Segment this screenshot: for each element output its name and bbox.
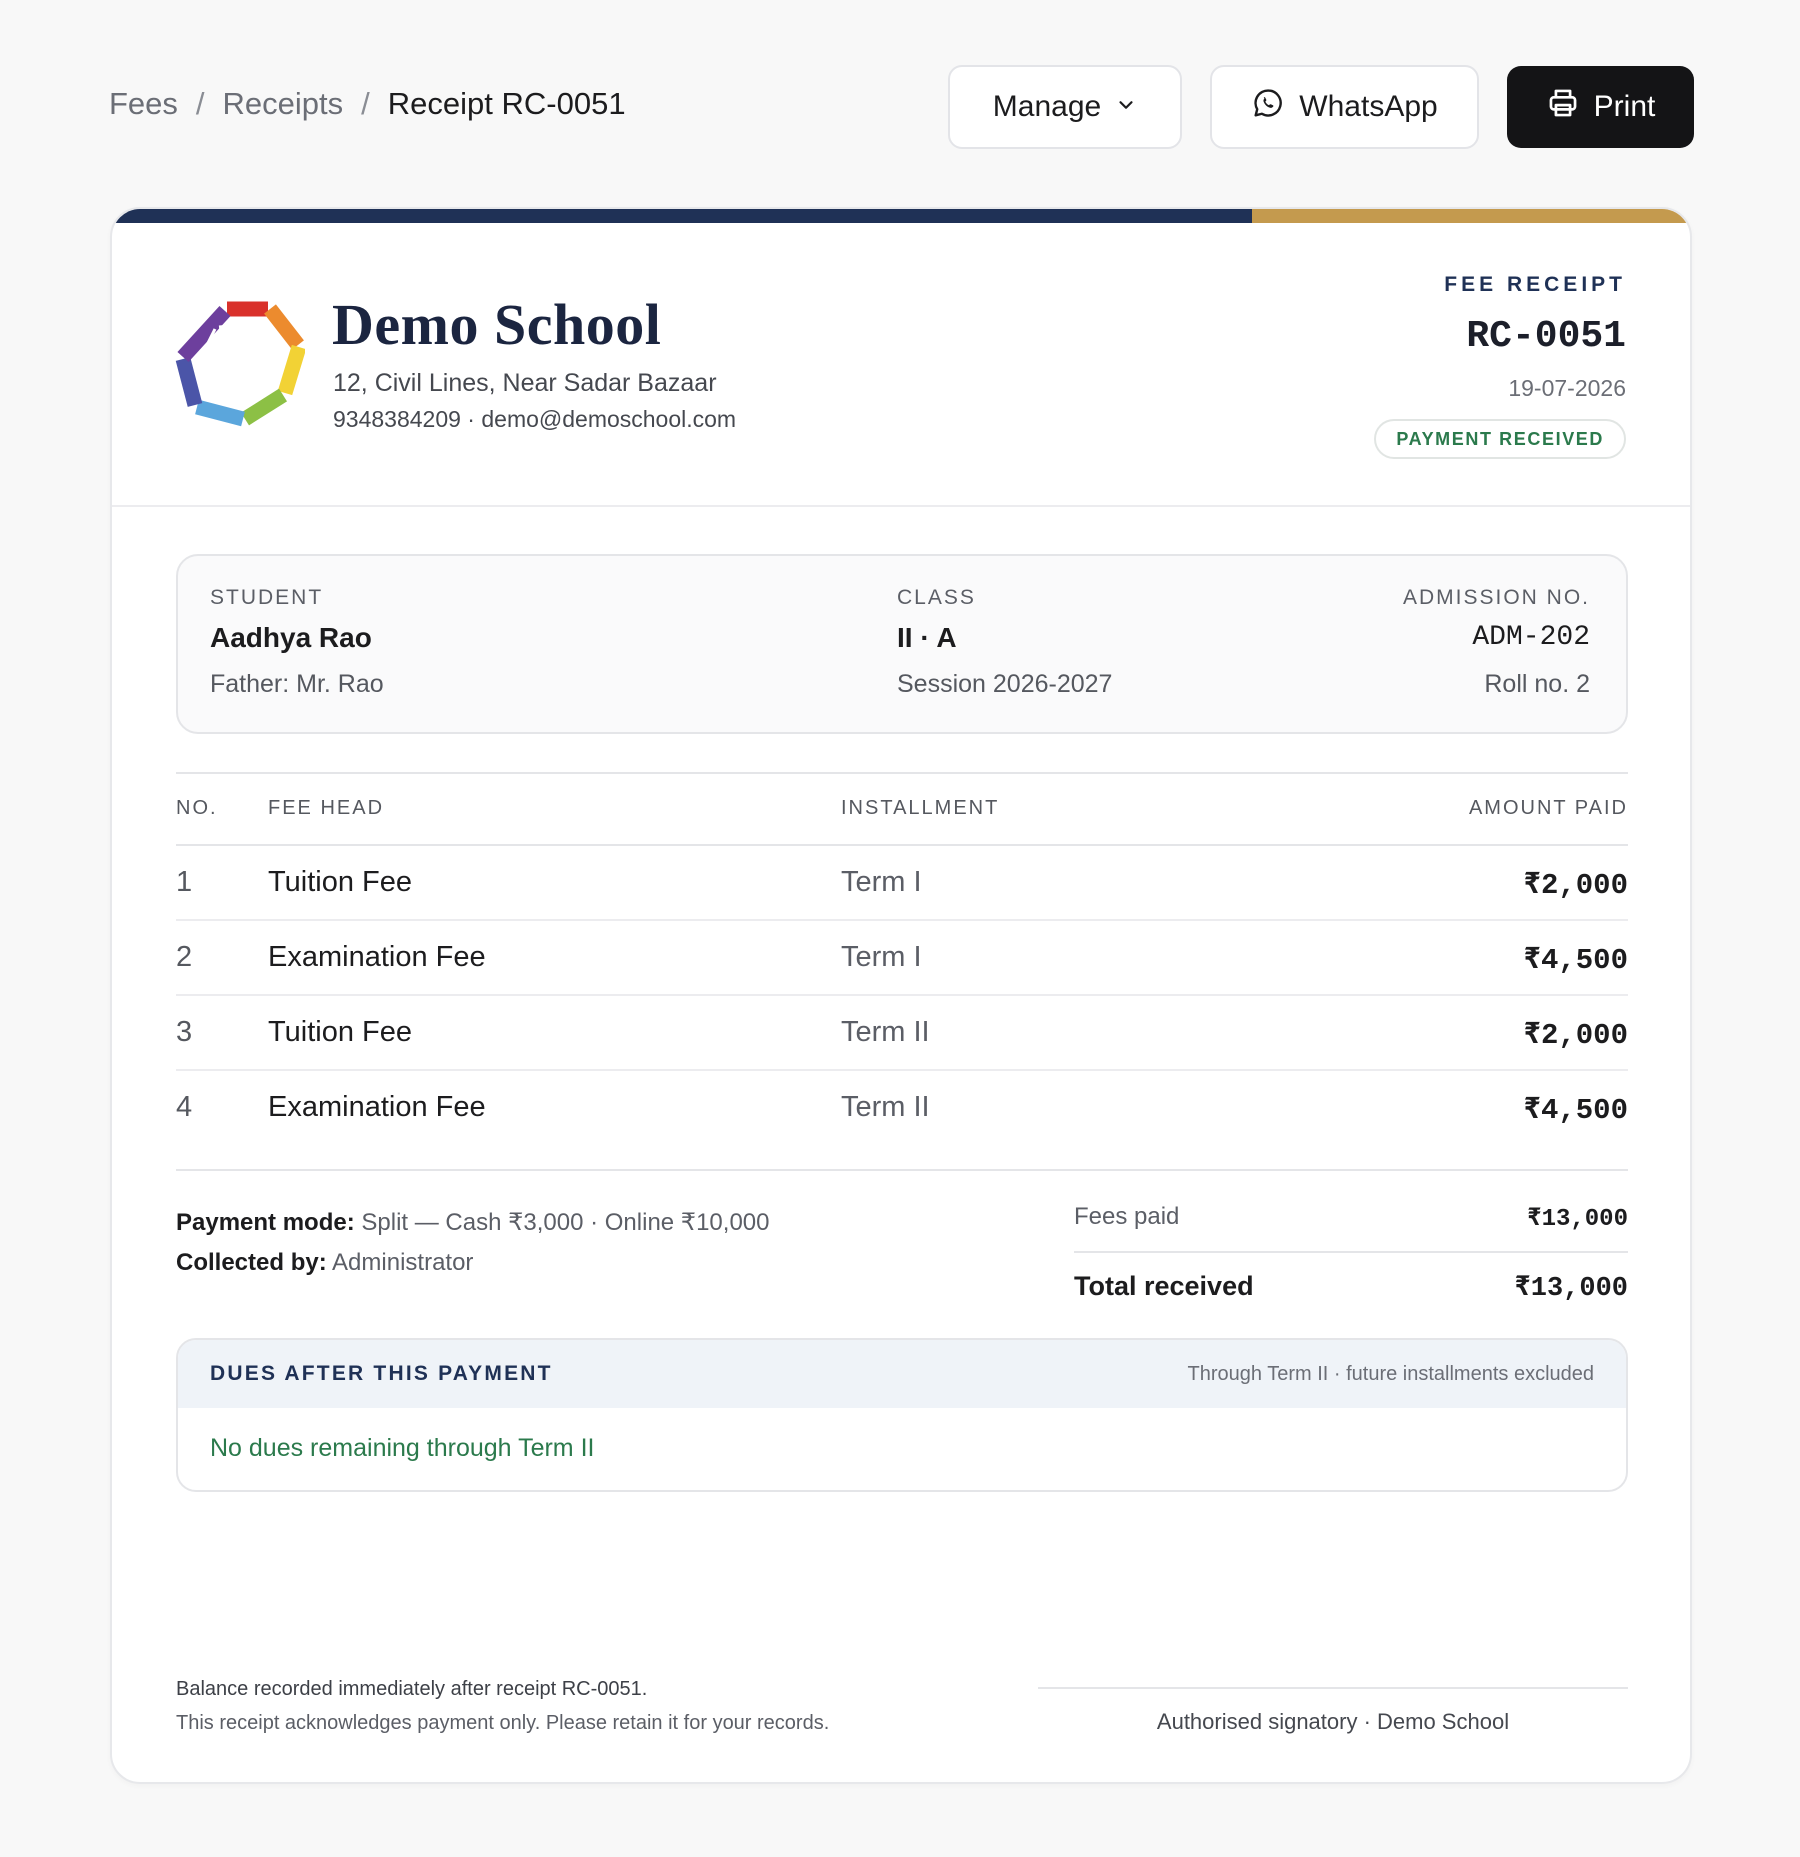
row-no: 3 <box>176 1016 193 1048</box>
row-installment: Term II <box>841 1016 930 1048</box>
dues-note: Through Term II · future installments ex… <box>1187 1362 1594 1385</box>
row-amount: ₹4,500 <box>1523 944 1628 977</box>
school-contact: 9348384209 · demo@demoschool.com <box>333 406 737 432</box>
status-badge: PAYMENT RECEIVED <box>1374 419 1626 459</box>
accent-stripe <box>112 209 1690 223</box>
row-fee-head: Tuition Fee <box>268 1016 412 1048</box>
chevron-down-icon <box>1115 90 1137 124</box>
dues-message: No dues remaining through Term II <box>210 1434 595 1462</box>
roll-number: Roll no. 2 <box>1484 670 1590 698</box>
breadcrumb-separator: / <box>195 86 205 121</box>
header-amount: AMOUNT PAID <box>1468 797 1628 819</box>
header-no: NO. <box>176 797 218 819</box>
row-no: 4 <box>176 1091 193 1123</box>
class-value: II · A <box>897 622 957 653</box>
dues-title: DUES AFTER THIS PAYMENT <box>210 1362 553 1385</box>
accent-stripe-gold <box>1252 209 1690 223</box>
total-received-amount: ₹13,000 <box>1514 1274 1628 1304</box>
footer-disclaimer: This receipt acknowledges payment only. … <box>176 1712 830 1734</box>
payment-mode: Payment mode: Split — Cash ₹3,000 · Onli… <box>176 1203 769 1243</box>
row-installment: Term II <box>841 1091 930 1123</box>
session-value: Session 2026-2027 <box>897 670 1113 698</box>
print-button[interactable]: Print <box>1507 66 1694 148</box>
row-no: 1 <box>176 866 193 898</box>
whatsapp-button[interactable]: WhatsApp <box>1210 65 1479 149</box>
collected-by-value: Administrator <box>332 1249 474 1276</box>
student-info-box: STUDENT Aadhya Rao Father: Mr. Rao CLASS… <box>176 554 1628 734</box>
total-received-label: Total received <box>1074 1271 1254 1301</box>
footer-balance-note: Balance recorded immediately after recei… <box>176 1678 648 1700</box>
collected-by-label: Collected by: <box>176 1249 327 1276</box>
row-fee-head: Examination Fee <box>268 1091 486 1123</box>
table-header: NO. FEE HEAD INSTALLMENT AMOUNT PAID <box>176 772 1628 846</box>
summary-divider <box>176 1169 1628 1171</box>
signature-line <box>1038 1687 1628 1689</box>
school-name: Demo School <box>332 292 662 357</box>
fees-paid-row: Fees paid ₹13,000 <box>1074 1203 1628 1253</box>
table-row: 3 Tuition Fee Term II ₹2,000 <box>176 996 1628 1071</box>
table-row: 4 Examination Fee Term II ₹4,500 <box>176 1071 1628 1144</box>
row-amount: ₹2,000 <box>1523 869 1628 902</box>
table-row: 1 Tuition Fee Term I ₹2,000 <box>176 846 1628 921</box>
admission-number: ADM-202 <box>1472 622 1590 653</box>
receipt-number: RC-0051 <box>1466 315 1626 358</box>
receipt-date: 19-07-2026 <box>1508 375 1626 401</box>
admission-label: ADMISSION NO. <box>1402 586 1590 609</box>
breadcrumb-fees[interactable]: Fees <box>109 86 178 122</box>
row-amount: ₹4,500 <box>1523 1094 1628 1127</box>
whatsapp-icon <box>1251 86 1285 128</box>
header-installment: INSTALLMENT <box>841 797 1000 819</box>
row-fee-head: Tuition Fee <box>268 866 412 898</box>
class-label: CLASS <box>897 586 976 609</box>
father-name: Father: Mr. Rao <box>210 670 384 698</box>
breadcrumb-separator: / <box>361 86 370 121</box>
whatsapp-label: WhatsApp <box>1299 90 1438 123</box>
breadcrumb-receipts[interactable]: Receipts <box>223 86 344 122</box>
school-address: 12, Civil Lines, Near Sadar Bazaar <box>333 369 717 397</box>
school-logo <box>175 297 307 432</box>
breadcrumb-current: Receipt RC-0051 <box>387 86 626 121</box>
collected-by: Collected by: Administrator <box>176 1243 769 1283</box>
print-label: Print <box>1593 90 1656 123</box>
total-received-row: Total received ₹13,000 <box>1074 1271 1628 1304</box>
manage-label: Manage <box>992 90 1102 123</box>
totals: Fees paid ₹13,000 Total received ₹13,000 <box>1074 1203 1628 1304</box>
printer-icon <box>1546 86 1580 128</box>
payment-mode-label: Payment mode: <box>176 1209 355 1236</box>
fee-table: NO. FEE HEAD INSTALLMENT AMOUNT PAID 1 T… <box>176 772 1628 1144</box>
fees-paid-label: Fees paid <box>1074 1203 1180 1230</box>
receipt-card: Demo School 12, Civil Lines, Near Sadar … <box>110 207 1692 1784</box>
dues-header: DUES AFTER THIS PAYMENT Through Term II … <box>178 1340 1626 1408</box>
row-installment: Term I <box>841 941 922 973</box>
fees-paid-amount: ₹13,000 <box>1527 1206 1628 1233</box>
student-label: STUDENT <box>210 586 324 609</box>
payment-mode-value: Split — Cash ₹3,000 · Online ₹10,000 <box>361 1209 770 1236</box>
receipt-label: FEE RECEIPT <box>1444 273 1626 296</box>
student-name: Aadhya Rao <box>210 622 372 653</box>
payment-info: Payment mode: Split — Cash ₹3,000 · Onli… <box>176 1203 769 1283</box>
dues-panel: DUES AFTER THIS PAYMENT Through Term II … <box>176 1338 1628 1492</box>
header-fee-head: FEE HEAD <box>268 797 385 819</box>
accent-stripe-navy <box>112 209 1252 223</box>
table-row: 2 Examination Fee Term I ₹4,500 <box>176 921 1628 996</box>
row-amount: ₹2,000 <box>1523 1019 1628 1052</box>
authorised-signatory: Authorised signatory · Demo School <box>1156 1709 1510 1734</box>
row-fee-head: Examination Fee <box>268 941 486 973</box>
row-installment: Term I <box>841 866 922 898</box>
breadcrumb: Fees / Receipts / Receipt RC-0051 <box>109 86 626 122</box>
header-divider <box>112 505 1690 507</box>
row-no: 2 <box>176 941 193 973</box>
manage-button[interactable]: Manage <box>948 65 1182 149</box>
